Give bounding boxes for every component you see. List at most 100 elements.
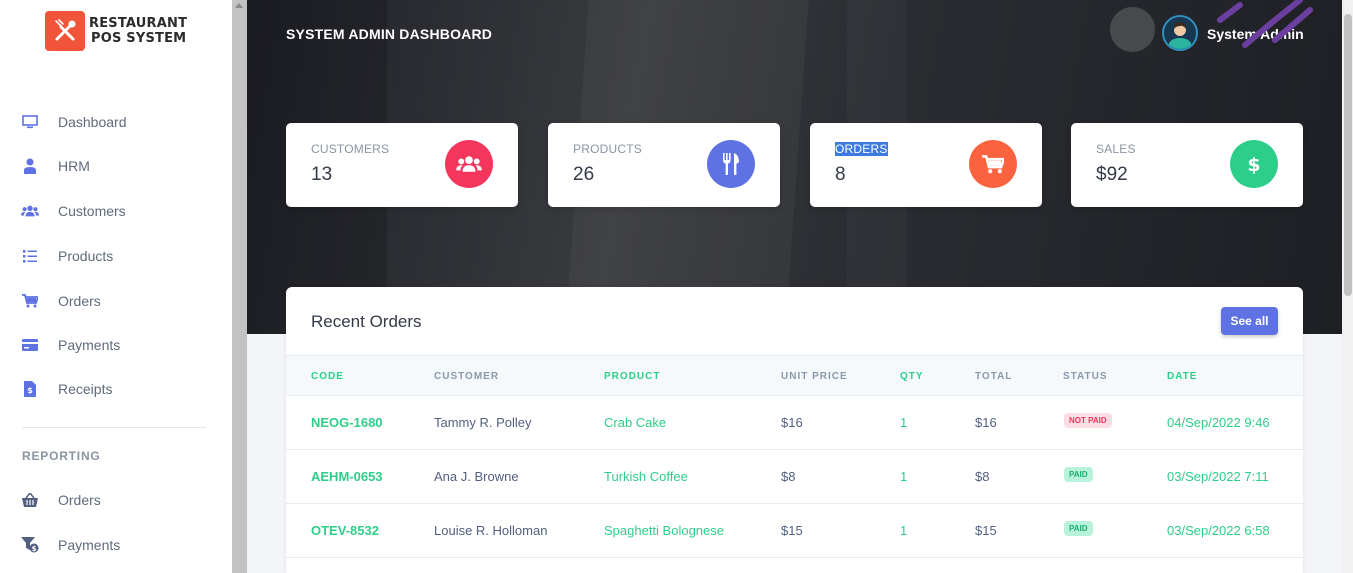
sidebar-item-label: Receipts (58, 381, 113, 397)
stat-value: 8 (835, 164, 846, 185)
order-qty: 1 (900, 523, 908, 538)
order-product: Turkish Coffee (604, 469, 688, 484)
stat-value: 26 (573, 164, 595, 185)
see-all-button[interactable]: See all (1221, 307, 1278, 335)
reporting-heading: REPORTING (22, 449, 101, 463)
order-date: 03/Sep/2022 7:11 (1167, 469, 1269, 484)
users-icon (21, 202, 39, 220)
header-action-button[interactable] (1110, 7, 1155, 52)
order-date: 03/Sep/2022 6:58 (1167, 523, 1270, 538)
sidebar-divider (22, 427, 206, 428)
order-customer: Ana J. Browne (434, 469, 519, 484)
stat-value: $92 (1096, 164, 1128, 185)
table-row[interactable]: AEHM-0653 Ana J. Browne Turkish Coffee $… (286, 450, 1303, 504)
sidebar-item-label: Orders (58, 293, 101, 309)
scroll-up-arrow-icon[interactable] (235, 3, 243, 8)
page-scrollbar-thumb[interactable] (1344, 14, 1352, 296)
order-product: Crab Cake (604, 415, 667, 430)
order-code[interactable]: AEHM-0653 (311, 469, 383, 484)
column-header-total[interactable]: TOTAL (975, 371, 1012, 382)
order-date: 04/Sep/2022 9:46 (1167, 415, 1270, 430)
stat-value: 13 (311, 164, 333, 185)
order-product: Spaghetti Bolognese (604, 523, 724, 538)
basket-icon (21, 491, 39, 509)
selected-text: ORDERS (835, 142, 888, 156)
order-total: $8 (975, 469, 990, 484)
page-scrollbar[interactable] (1342, 0, 1353, 573)
order-customer: Louise R. Holloman (434, 523, 548, 538)
credit-card-icon (21, 336, 39, 354)
sidebar-item-receipts[interactable]: $ Receipts (0, 374, 232, 404)
sidebar-item-label: Customers (58, 203, 126, 219)
status-badge: PAID (1064, 521, 1093, 536)
order-qty: 1 (900, 415, 908, 430)
stat-label: ORDERS (835, 142, 888, 156)
sidebar-item-products[interactable]: Products (0, 241, 232, 271)
recent-orders-panel: Recent Orders See all CODE CUSTOMER PROD… (286, 287, 1303, 573)
sidebar-item-payments[interactable]: Payments (0, 330, 232, 360)
sidebar-item-label: Products (58, 248, 114, 264)
sidebar: RESTAURANT POS SYSTEM Dashboard HRM Cust… (0, 0, 232, 573)
stat-card-orders[interactable]: ORDERS 8 (810, 123, 1042, 207)
column-header-qty[interactable]: QTY (900, 371, 924, 382)
sidebar-item-dashboard[interactable]: Dashboard (0, 107, 232, 137)
sidebar-item-label: Payments (58, 337, 121, 353)
order-unit-price: $8 (781, 469, 796, 484)
column-header-unit-price[interactable]: UNIT PRICE (781, 371, 848, 382)
cart-icon (21, 292, 39, 310)
column-header-customer[interactable]: CUSTOMER (434, 371, 499, 382)
column-header-date[interactable]: DATE (1167, 371, 1197, 382)
stat-card-customers[interactable]: CUSTOMERS 13 (286, 123, 518, 207)
table-row[interactable]: OTEV-8532 Louise R. Holloman Spaghetti B… (286, 504, 1303, 558)
sidebar-item-label: HRM (58, 158, 90, 174)
svg-text:$: $ (1247, 154, 1260, 175)
column-header-code[interactable]: CODE (311, 371, 344, 382)
sidebar-item-label: Orders (58, 492, 101, 508)
sidebar-scrollbar-thumb[interactable] (232, 0, 247, 573)
sidebar-item-orders[interactable]: Orders (0, 286, 232, 316)
monitor-icon (21, 113, 39, 131)
users-icon (445, 140, 493, 188)
sidebar-item-report-orders[interactable]: Orders (0, 485, 232, 515)
logo-title-line1: RESTAURANT (89, 16, 188, 31)
order-total: $15 (975, 523, 997, 538)
user-tie-icon (21, 157, 39, 175)
order-code[interactable]: NEOG-1680 (311, 415, 383, 430)
status-badge: NOT PAID (1064, 413, 1112, 428)
logo-title-line2: POS SYSTEM (91, 31, 187, 46)
order-qty: 1 (900, 469, 908, 484)
app-logo[interactable]: RESTAURANT POS SYSTEM (45, 11, 187, 51)
dollar-icon: $ (1230, 140, 1278, 188)
table-header: CODE CUSTOMER PRODUCT UNIT PRICE QTY TOT… (286, 355, 1303, 396)
sidebar-item-label: Payments (58, 537, 121, 553)
list-icon (21, 247, 39, 265)
sidebar-item-report-payments[interactable]: $ Payments (0, 530, 232, 560)
stat-label: SALES (1096, 142, 1136, 156)
recent-orders-title: Recent Orders (311, 312, 422, 331)
money-filter-icon: $ (21, 536, 39, 554)
order-code[interactable]: OTEV-8532 (311, 523, 379, 538)
utensils-icon (45, 11, 85, 51)
sidebar-scrollbar[interactable] (232, 0, 247, 573)
order-customer: Tammy R. Polley (434, 415, 532, 430)
avatar[interactable] (1162, 15, 1198, 51)
stat-card-sales[interactable]: SALES $92 $ (1071, 123, 1303, 207)
status-badge: PAID (1064, 467, 1093, 482)
corner-decoration-icon (1217, 0, 1313, 48)
sidebar-item-customers[interactable]: Customers (0, 196, 232, 226)
order-unit-price: $16 (781, 415, 803, 430)
column-header-status[interactable]: STATUS (1063, 371, 1108, 382)
stat-label: CUSTOMERS (311, 142, 390, 156)
stat-card-products[interactable]: PRODUCTS 26 (548, 123, 780, 207)
svg-text:$: $ (27, 386, 33, 395)
table-row[interactable]: NEOG-1680 Tammy R. Polley Crab Cake $16 … (286, 396, 1303, 450)
cart-icon (969, 140, 1017, 188)
utensils-icon (707, 140, 755, 188)
column-header-product[interactable]: PRODUCT (604, 371, 660, 382)
stat-label: PRODUCTS (573, 142, 642, 156)
sidebar-item-hrm[interactable]: HRM (0, 151, 232, 181)
order-total: $16 (975, 415, 997, 430)
order-unit-price: $15 (781, 523, 803, 538)
page-title: SYSTEM ADMIN DASHBOARD (286, 26, 493, 42)
receipt-icon: $ (21, 380, 39, 398)
